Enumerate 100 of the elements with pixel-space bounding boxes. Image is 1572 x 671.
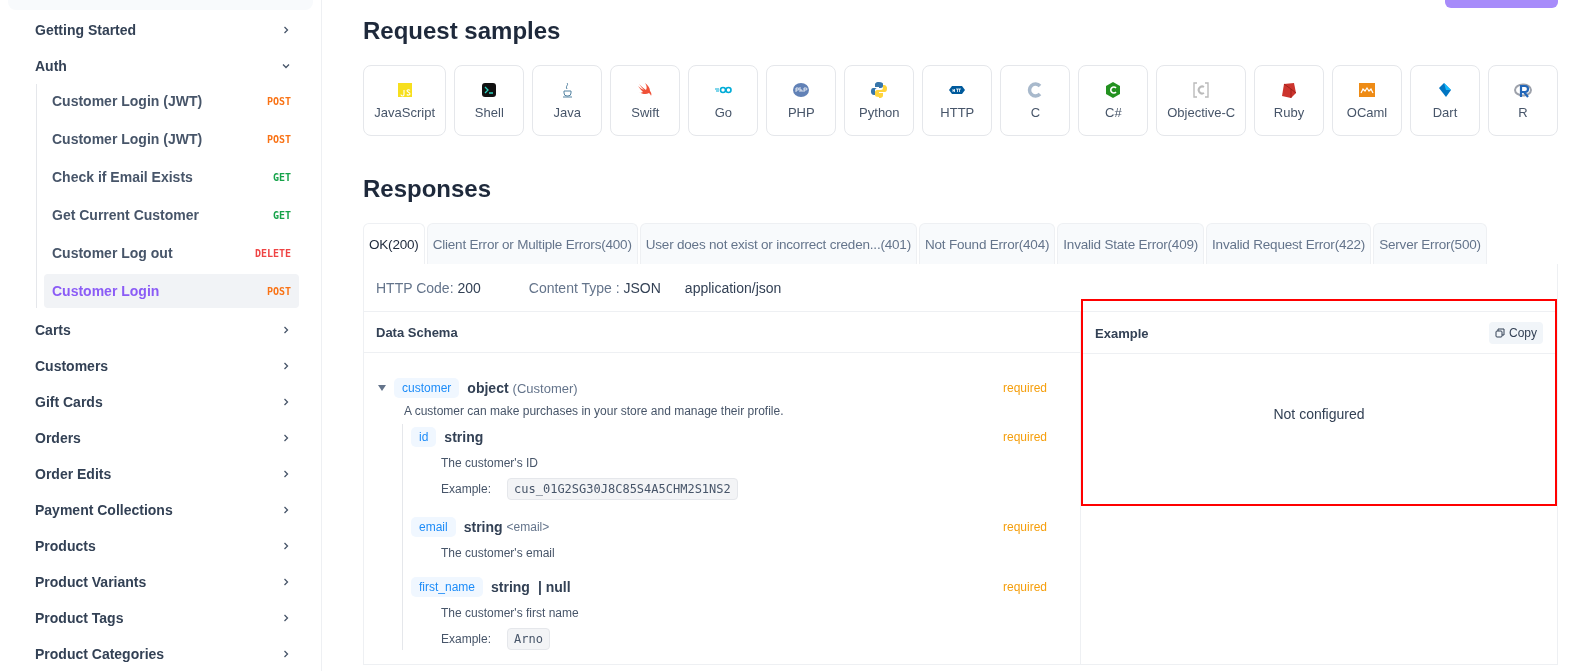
section-heading: Request samples: [363, 16, 562, 46]
type-union: | null: [537, 579, 571, 595]
sidebar-group[interactable]: Payment Collections: [35, 492, 299, 528]
letter-r-icon: [1514, 81, 1532, 99]
field-description: The customer's email: [441, 546, 556, 560]
sidebar-group[interactable]: Products: [35, 528, 299, 564]
sidebar-group[interactable]: Auth: [35, 48, 299, 84]
response-tab[interactable]: OK(200): [363, 223, 425, 264]
gem-icon: [1280, 81, 1298, 99]
language-button[interactable]: PHP: [766, 65, 837, 136]
method-label: POST: [266, 95, 291, 107]
sidebar-item[interactable]: Get Current Customer GET: [44, 198, 299, 232]
chevron-right-icon: [281, 433, 291, 443]
chevron-right-icon: [281, 361, 291, 371]
language-button[interactable]: OCaml: [1332, 65, 1402, 136]
collapse-triangle-icon[interactable]: [378, 384, 386, 392]
http-code-text: HTTP Code: 200: [376, 279, 481, 296]
js-badge-icon: [395, 81, 414, 99]
field-name: customer: [394, 378, 460, 398]
oval-badge-icon: [792, 81, 811, 99]
language-button[interactable]: C: [1000, 65, 1071, 136]
terminal-icon: [480, 81, 499, 99]
example-label: Example:: [441, 632, 492, 646]
language-button[interactable]: Ruby: [1254, 65, 1324, 136]
sidebar-group[interactable]: Product Variants: [35, 564, 299, 600]
field-type: string: [463, 519, 503, 535]
chevron-right-icon: [281, 577, 291, 587]
field-description: The customer's ID: [441, 456, 539, 470]
type-format: <email>: [506, 520, 550, 534]
language-button[interactable]: Swift: [610, 65, 681, 136]
method-label: DELETE: [254, 247, 291, 259]
dart-shape-icon: [1436, 81, 1454, 99]
sidebar-group[interactable]: Getting Started: [35, 12, 299, 48]
response-tab[interactable]: User does not exist or incorrect creden...(401): [639, 223, 917, 264]
content-type-text: Content Type : JSON: [528, 279, 661, 296]
chevron-right-icon: [281, 649, 291, 659]
required-label: required: [1002, 430, 1047, 444]
sidebar-item[interactable]: Customer Login POST: [44, 274, 299, 308]
field-description: The customer's first name: [441, 606, 580, 620]
language-button[interactable]: HTTP: [922, 65, 993, 136]
method-label: GET: [272, 209, 291, 221]
language-button[interactable]: Shell: [454, 65, 525, 136]
chevron-right-icon: [281, 541, 291, 551]
language-button[interactable]: C#: [1078, 65, 1149, 136]
sidebar-item[interactable]: Customer Log out DELETE: [44, 236, 299, 270]
sidebar-group[interactable]: Order Edits: [35, 456, 299, 492]
section-heading: Responses: [363, 174, 493, 204]
snakes-icon: [870, 81, 889, 99]
copy-icon: [1495, 328, 1505, 338]
field-name: id: [411, 427, 437, 447]
sidebar-group[interactable]: Carts: [35, 312, 299, 348]
field-name: first_name: [411, 577, 484, 597]
sidebar-item[interactable]: Check if Email Exists GET: [44, 160, 299, 194]
chevron-right-icon: [281, 469, 291, 479]
sidebar-item[interactable]: Customer Login (JWT) POST: [44, 122, 299, 156]
response-tab[interactable]: Client Error or Multiple Errors(400): [426, 223, 638, 264]
chevron-right-icon: [281, 325, 291, 335]
field-description: A customer can make purchases in your store and manage their profile.: [404, 404, 785, 418]
language-button[interactable]: Java: [532, 65, 603, 136]
example-label: Example:: [441, 482, 492, 496]
field-type: object: [467, 380, 509, 396]
response-tab[interactable]: Invalid Request Error(422): [1206, 223, 1372, 264]
method-label: POST: [266, 285, 291, 297]
chevron-right-icon: [281, 505, 291, 515]
column-heading: Data Schema: [376, 324, 458, 340]
chevron-right-icon: [281, 397, 291, 407]
hexagon-icon: [1104, 81, 1123, 99]
type-note: (Customer): [512, 380, 578, 396]
sidebar-group[interactable]: Product Tags: [35, 600, 299, 636]
example-value: cus_01G2SG30J8C85S4A5CHM2S1NS2: [507, 478, 738, 500]
bracket-c-icon: [1192, 81, 1211, 99]
sidebar-item[interactable]: Customer Login (JWT) POST: [44, 84, 299, 118]
sidebar-group[interactable]: Customers: [35, 348, 299, 384]
method-label: GET: [272, 171, 291, 183]
required-label: required: [1002, 381, 1047, 395]
required-label: required: [1002, 580, 1047, 594]
required-label: required: [1002, 520, 1047, 534]
field-type: string: [444, 429, 484, 445]
response-tab[interactable]: Invalid State Error(409): [1057, 223, 1205, 264]
language-button[interactable]: Python: [844, 65, 915, 136]
response-tab[interactable]: Server Error(500): [1373, 223, 1487, 264]
example-placeholder-text: Not configured: [1272, 405, 1366, 424]
field-type: string: [491, 579, 530, 595]
chevron-down-icon: [281, 61, 291, 71]
field-name: email: [411, 517, 456, 537]
language-button[interactable]: Objective-C: [1156, 65, 1246, 136]
camel-icon: [1358, 81, 1376, 99]
copy-button[interactable]: Copy: [1489, 322, 1543, 344]
sidebar-group[interactable]: Product Categories: [35, 636, 299, 671]
sidebar-group[interactable]: Gift Cards: [35, 384, 299, 420]
mime-type-text: application/json: [684, 279, 782, 296]
chevron-right-icon: [281, 613, 291, 623]
language-button[interactable]: Go: [688, 65, 759, 136]
language-button[interactable]: JavaScript: [363, 65, 447, 136]
language-button[interactable]: R: [1488, 65, 1558, 136]
response-tab[interactable]: Not Found Error(404): [918, 223, 1056, 264]
method-label: POST: [266, 133, 291, 145]
language-button[interactable]: Dart: [1410, 65, 1480, 136]
sidebar-group[interactable]: Orders: [35, 420, 299, 456]
example-value: Arno: [507, 628, 550, 650]
